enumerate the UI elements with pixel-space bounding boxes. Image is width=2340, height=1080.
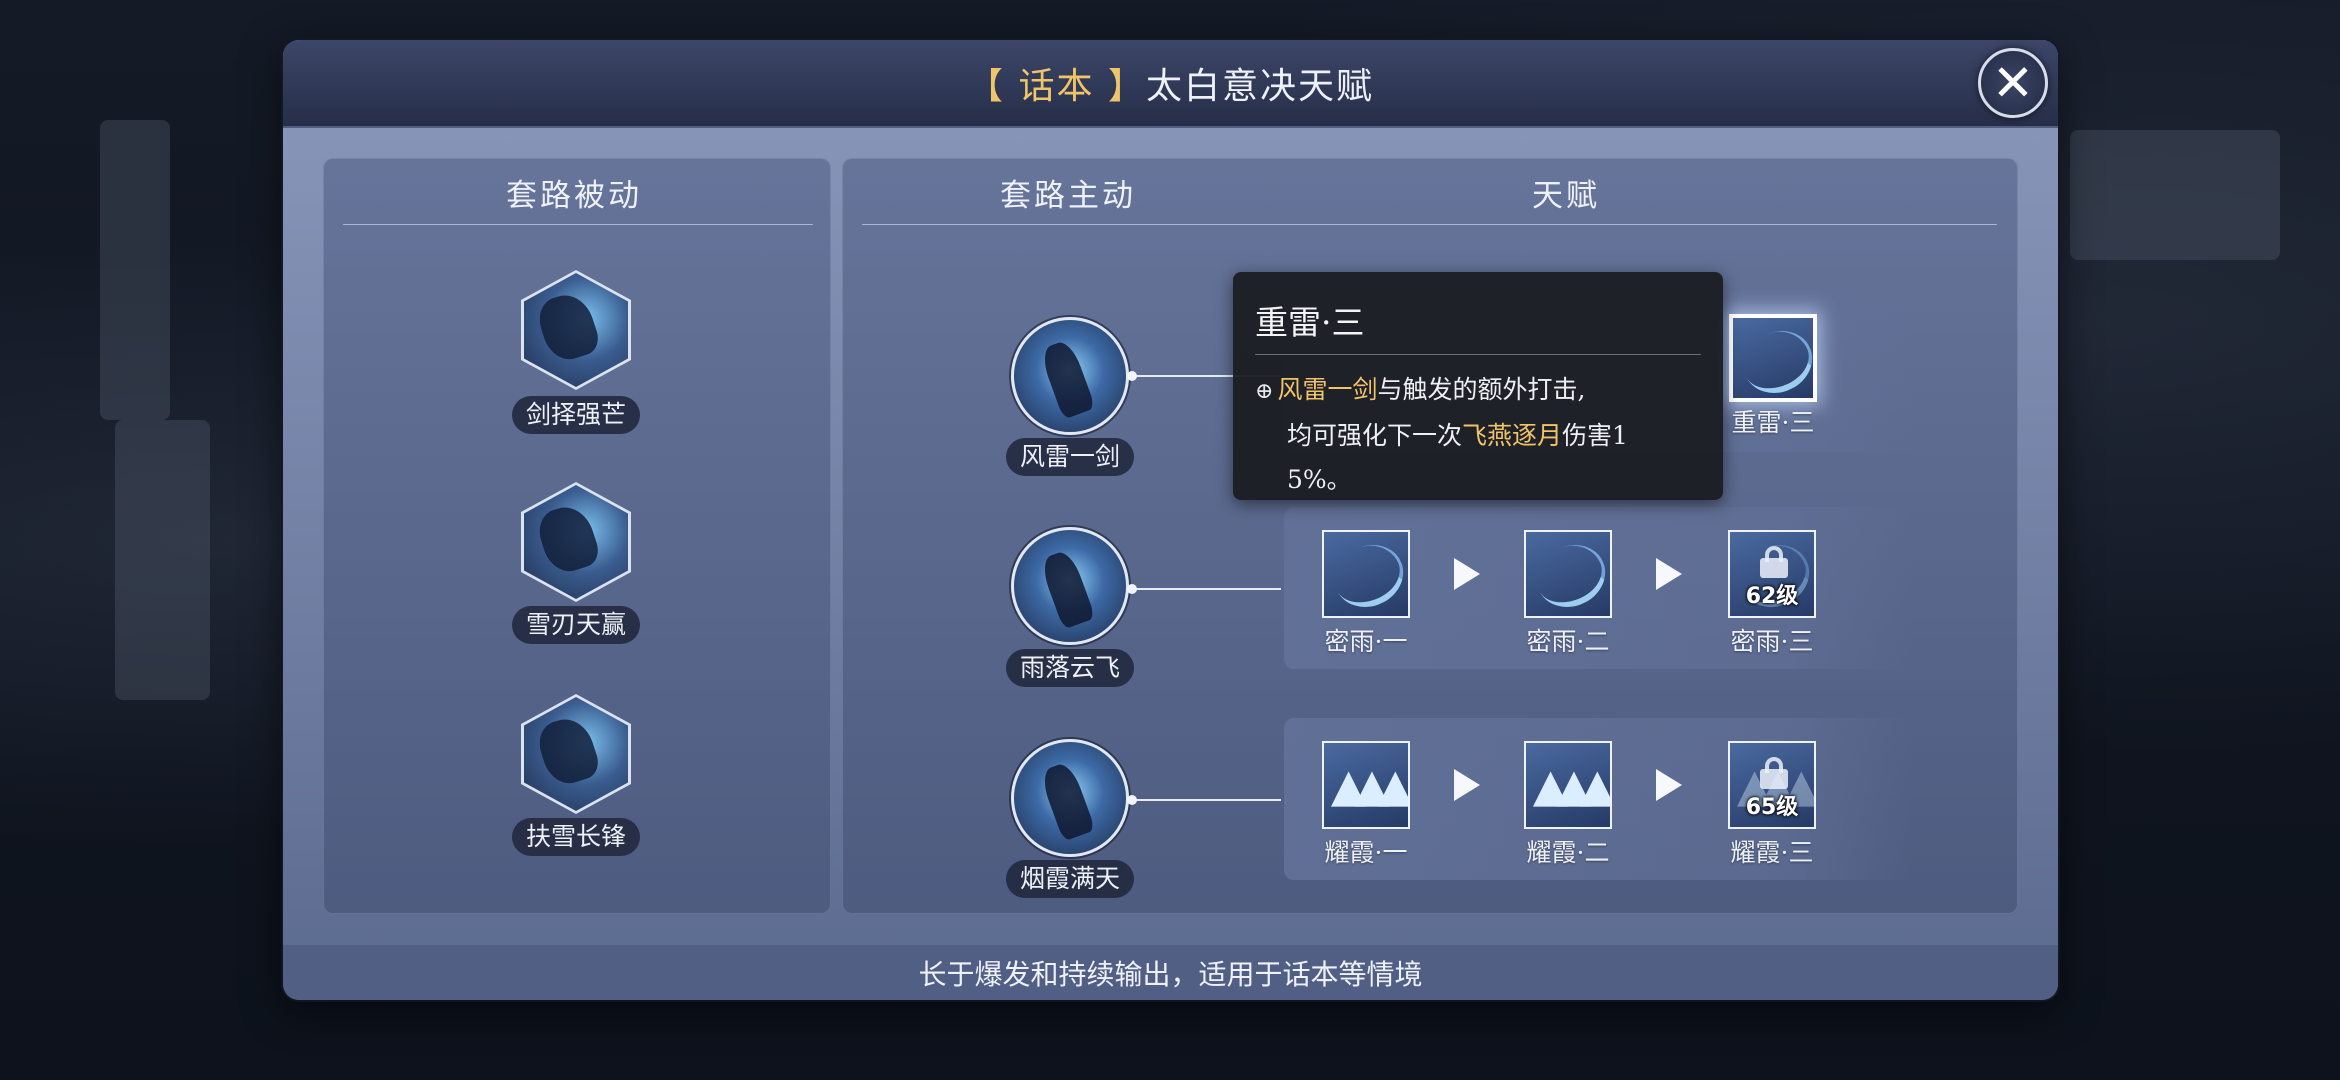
gear-bullet-icon: ⊕	[1255, 379, 1274, 404]
passive-skill-2[interactable]	[521, 482, 631, 602]
title-tag: 【 话本 】	[967, 66, 1146, 107]
passive-skill-1[interactable]	[521, 270, 631, 390]
tooltip-text-d: 5%。	[1287, 465, 1352, 494]
talent-row3-2-label: 耀霞·二	[1526, 838, 1610, 867]
tooltip-text-c: 伤害1	[1562, 421, 1628, 450]
level-requirement: 62级	[1745, 584, 1799, 609]
close-button[interactable]: ✕	[1978, 48, 2048, 118]
active-skill-1-node	[1127, 371, 1137, 381]
tooltip-text-b: 均可强化下一次	[1287, 421, 1463, 450]
passive-skill-2-label: 雪刃天赢	[511, 606, 641, 644]
talent-row2-1[interactable]	[1322, 530, 1410, 618]
active-skill-2[interactable]	[1011, 527, 1129, 645]
talent-row2-3-label: 密雨·三	[1730, 627, 1814, 656]
title-bar: 【 话本 】太白意决天赋	[283, 40, 2058, 128]
description-text: 长于爆发和持续输出，适用于话本等情境	[918, 957, 1423, 991]
chevron-right-icon	[1454, 769, 1480, 801]
tooltip-skill-ref: 风雷一剑	[1277, 375, 1378, 404]
talent-header: 天赋	[1532, 178, 1600, 214]
talent-row3-3-label: 耀霞·三	[1730, 838, 1814, 867]
background-ui-right	[2070, 130, 2280, 260]
active-header-divider	[862, 224, 1997, 225]
background-ui-left-lower	[115, 420, 210, 700]
lightning-slash-icon	[1733, 320, 1813, 398]
talent-dialog: 【 话本 】太白意决天赋 套路被动 剑择强芒 雪刃天赢 扶雪长锋 套路主动 天赋	[283, 40, 2058, 1000]
snow-blade-icon	[524, 485, 628, 599]
tooltip-text-a: 与触发的额外打击,	[1377, 375, 1586, 404]
talent-row1-3[interactable]	[1729, 314, 1817, 402]
talent-row2-2-label: 密雨·二	[1526, 627, 1610, 656]
tooltip-skill-ref-2: 飞燕逐月	[1462, 421, 1563, 450]
passive-header: 套路被动	[506, 178, 642, 214]
talent-row3-1[interactable]: ▲▲▲	[1322, 741, 1410, 829]
title-text: 太白意决天赋	[1145, 66, 1374, 107]
tooltip-title: 重雷·三	[1255, 303, 1365, 342]
lock-icon	[1760, 757, 1788, 789]
rain-slash-icon	[1526, 534, 1610, 616]
talent-row2-1-label: 密雨·一	[1324, 627, 1408, 656]
arrows-up-icon: ▲▲▲	[1532, 758, 1610, 812]
dialog-title: 【 话本 】太白意决天赋	[967, 57, 1374, 109]
passive-skill-3[interactable]	[521, 694, 631, 814]
active-skill-3-node	[1127, 795, 1137, 805]
chevron-right-icon	[1656, 769, 1682, 801]
background-ui-left	[100, 120, 170, 420]
passive-header-divider	[343, 224, 813, 225]
active-skill-3-connector	[1131, 799, 1281, 801]
talent-row2-3[interactable]: 62级	[1728, 530, 1816, 618]
active-skill-2-node	[1127, 584, 1137, 594]
arrows-up-icon: ▲▲▲	[1330, 758, 1408, 812]
chevron-right-icon	[1656, 558, 1682, 590]
active-skill-1[interactable]	[1011, 317, 1129, 435]
close-icon: ✕	[1992, 54, 2034, 112]
active-skill-3-label: 烟霞满天	[1005, 860, 1135, 898]
talent-row3-1-label: 耀霞·一	[1324, 838, 1408, 867]
active-skill-1-label: 风雷一剑	[1005, 438, 1135, 476]
passive-skill-3-label: 扶雪长锋	[511, 818, 641, 856]
talent-tooltip: 重雷·三 ⊕ 风雷一剑与触发的额外打击, 均可强化下一次飞燕逐月伤害1 5%。	[1233, 272, 1723, 500]
active-skill-2-connector	[1131, 588, 1281, 590]
active-skill-3[interactable]	[1011, 739, 1129, 857]
warrior-figure-icon	[524, 697, 628, 811]
passive-skill-1-label: 剑择强芒	[511, 396, 641, 434]
tooltip-divider	[1255, 354, 1701, 355]
talent-row2-2[interactable]	[1524, 530, 1612, 618]
tooltip-body: ⊕ 风雷一剑与触发的额外打击, 均可强化下一次飞燕逐月伤害1 5%。	[1255, 368, 1705, 502]
active-skill-2-label: 雨落云飞	[1005, 649, 1135, 687]
passive-panel: 套路被动 剑择强芒 雪刃天赢 扶雪长锋	[323, 158, 831, 914]
description-footer: 长于爆发和持续输出，适用于话本等情境	[283, 945, 2058, 1000]
talent-row3-3[interactable]: ▲▲▲ 65级	[1728, 741, 1816, 829]
chevron-right-icon	[1454, 558, 1480, 590]
level-requirement: 65级	[1745, 795, 1799, 820]
sword-figure-icon	[524, 273, 628, 387]
active-header: 套路主动	[1000, 178, 1136, 214]
lock-icon	[1760, 546, 1788, 578]
talent-row3-2[interactable]: ▲▲▲	[1524, 741, 1612, 829]
rain-slash-icon	[1324, 534, 1408, 616]
